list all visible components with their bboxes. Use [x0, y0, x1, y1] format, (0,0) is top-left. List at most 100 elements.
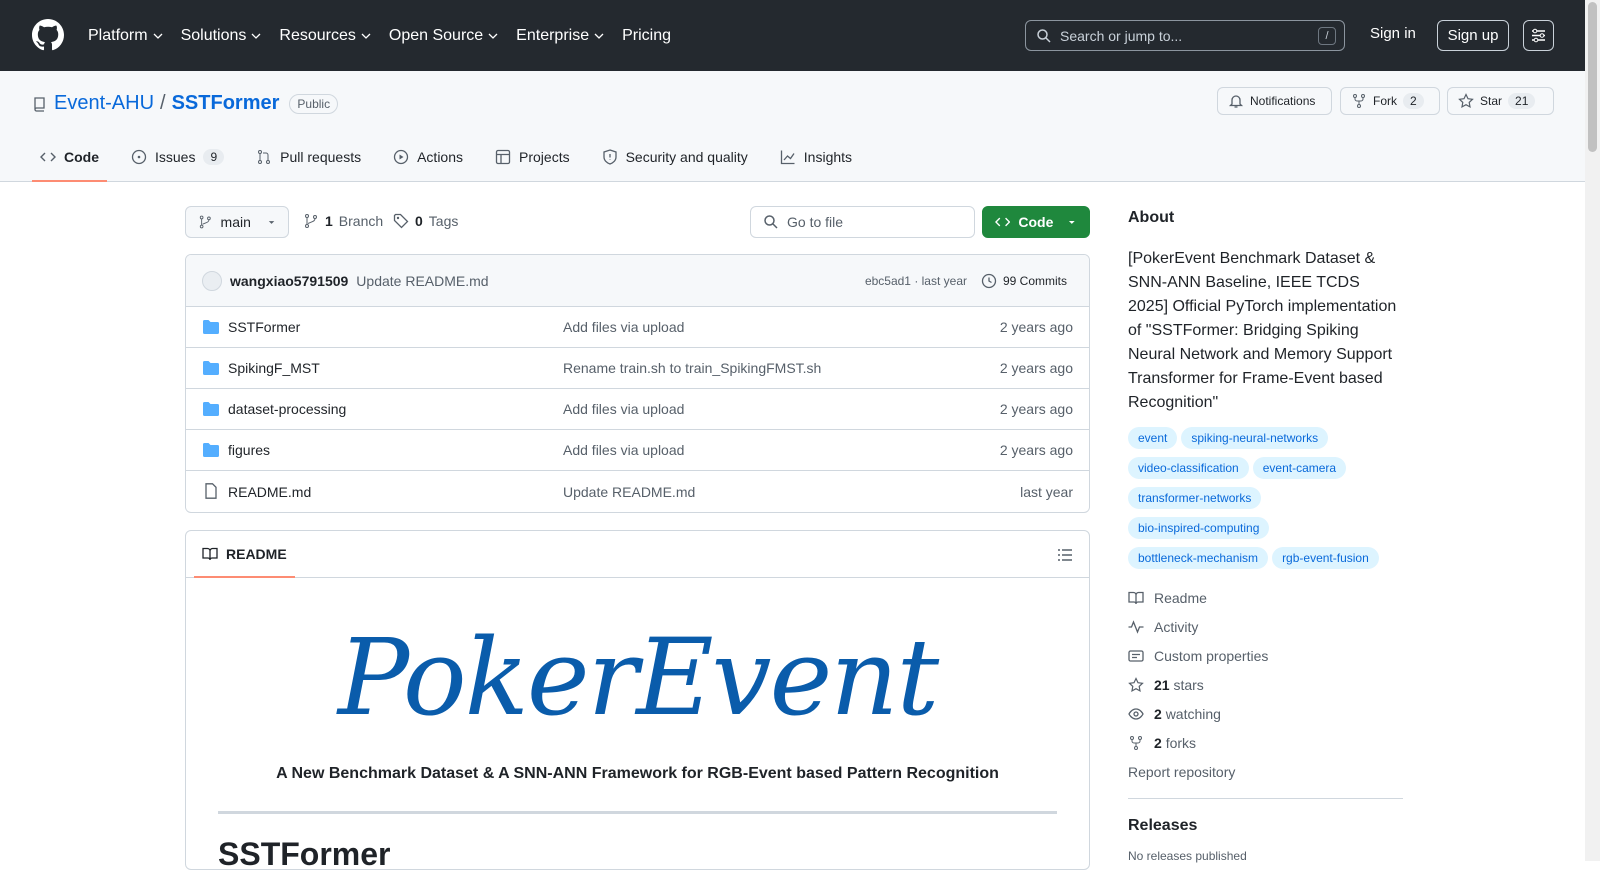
- github-logo-icon[interactable]: [32, 19, 64, 51]
- nav-platform[interactable]: Platform: [88, 27, 163, 45]
- file-name[interactable]: dataset-processing: [228, 401, 346, 417]
- search-shortcut-key: /: [1318, 27, 1336, 45]
- search-input[interactable]: Search or jump to... /: [1025, 20, 1345, 51]
- repo-name-link[interactable]: SSTFormer: [172, 92, 280, 115]
- topic-tag[interactable]: video-classification: [1128, 457, 1249, 479]
- table-row[interactable]: SSTFormer Add files via upload 2 years a…: [186, 307, 1089, 348]
- tab-label: Actions: [417, 149, 464, 165]
- tab-security[interactable]: Security and quality: [594, 133, 756, 181]
- menu-button[interactable]: [1523, 20, 1554, 51]
- watching-link[interactable]: 2 watching: [1128, 699, 1403, 728]
- tab-insights[interactable]: Insights: [772, 133, 860, 181]
- topic-tag[interactable]: bio-inspired-computing: [1128, 517, 1270, 539]
- go-to-file-input[interactable]: Go to file: [750, 206, 975, 238]
- nav-open-source[interactable]: Open Source: [389, 27, 498, 45]
- file-icon: [205, 483, 217, 499]
- table-row[interactable]: README.md Update README.md last year: [186, 471, 1089, 512]
- topic-tag[interactable]: rgb-event-fusion: [1272, 547, 1379, 569]
- scrollbar[interactable]: [1585, 0, 1600, 861]
- file-commit-message[interactable]: Add files via upload: [563, 319, 684, 335]
- tab-label: Insights: [803, 149, 853, 165]
- chevron-down-icon: [251, 33, 261, 39]
- fork-button[interactable]: Fork 2: [1340, 87, 1440, 115]
- forks-link[interactable]: 2 forks: [1128, 728, 1403, 757]
- file-commit-message[interactable]: Add files via upload: [563, 442, 684, 458]
- book-icon: [1128, 591, 1144, 604]
- file-commit-message[interactable]: Rename train.sh to train_SpikingFMST.sh: [563, 360, 821, 376]
- table-row[interactable]: SpikingF_MST Rename train.sh to train_Sp…: [186, 348, 1089, 389]
- fork-icon: [1130, 735, 1142, 750]
- nav-label: Solutions: [180, 26, 247, 44]
- tab-code[interactable]: Code: [32, 133, 107, 182]
- readme-logo: PokerEvent: [337, 616, 939, 739]
- topic-tag[interactable]: transformer-networks: [1128, 487, 1262, 509]
- commit-message[interactable]: Update README.md: [356, 273, 488, 289]
- visibility-badge: Public: [289, 93, 339, 114]
- code-button[interactable]: Code: [982, 206, 1090, 238]
- shield-icon: [602, 149, 617, 165]
- sign-up-button[interactable]: Sign up: [1437, 20, 1509, 51]
- pulse-icon: [1128, 619, 1144, 634]
- search-placeholder: Search or jump to...: [1060, 27, 1183, 44]
- tab-label: Projects: [519, 149, 570, 165]
- commit-author[interactable]: wangxiao5791509: [230, 273, 348, 289]
- avatar[interactable]: [202, 270, 222, 291]
- custom-properties-link[interactable]: Custom properties: [1128, 641, 1403, 670]
- nav-enterprise[interactable]: Enterprise: [516, 27, 604, 45]
- readme-subtitle: A New Benchmark Dataset & A SNN-ANN Fram…: [276, 765, 999, 782]
- topic-tag[interactable]: event: [1128, 427, 1178, 449]
- table-row[interactable]: dataset-processing Add files via upload …: [186, 389, 1089, 430]
- tab-pull-requests[interactable]: Pull requests: [248, 133, 369, 181]
- file-name[interactable]: SpikingF_MST: [228, 360, 320, 376]
- chevron-down-icon: [594, 33, 604, 39]
- readme-tab-label: README: [226, 545, 287, 562]
- list-icon[interactable]: [1057, 547, 1073, 563]
- repo-icon: [34, 96, 45, 112]
- stars-label: stars: [1173, 676, 1204, 693]
- topic-tag[interactable]: spiking-neural-networks: [1181, 427, 1329, 449]
- tab-actions[interactable]: Actions: [385, 133, 471, 181]
- activity-link[interactable]: Activity: [1128, 612, 1403, 641]
- report-repository-link[interactable]: Report repository: [1128, 757, 1403, 786]
- breadcrumb-separator: /: [160, 92, 166, 114]
- releases-title[interactable]: Releases: [1128, 817, 1403, 835]
- notifications-button[interactable]: Notifications: [1217, 87, 1332, 115]
- nav-pricing[interactable]: Pricing: [622, 27, 671, 45]
- file-date: 2 years ago: [999, 360, 1073, 376]
- tab-issues[interactable]: Issues 9: [123, 133, 232, 181]
- branch-select[interactable]: main: [185, 206, 289, 238]
- branches-link[interactable]: 1 Branch: [303, 213, 383, 229]
- readme-tab[interactable]: README: [194, 531, 295, 578]
- search-icon: [764, 215, 778, 229]
- file-name[interactable]: SSTFormer: [228, 319, 300, 335]
- main-content: main 1 Branch 0 Tags Go to file Code wan…: [185, 206, 1090, 870]
- topics-list: event spiking-neural-networks video-class…: [1128, 427, 1403, 577]
- branch-icon: [199, 215, 211, 229]
- branch-name: main: [220, 214, 251, 230]
- commits-link[interactable]: 99 Commits: [981, 273, 1067, 289]
- file-commit-message[interactable]: Update README.md: [563, 484, 695, 500]
- nav-label: Resources: [279, 26, 356, 44]
- file-name[interactable]: figures: [228, 442, 270, 458]
- star-button[interactable]: Star 21: [1447, 87, 1554, 115]
- repo-owner-link[interactable]: Event-AHU: [54, 92, 154, 115]
- nav-solutions[interactable]: Solutions: [181, 27, 262, 45]
- file-date: 2 years ago: [999, 442, 1073, 458]
- sign-in-link[interactable]: Sign in: [1370, 25, 1416, 42]
- tab-projects[interactable]: Projects: [487, 133, 578, 181]
- file-name[interactable]: README.md: [228, 484, 311, 500]
- topic-tag[interactable]: event-camera: [1252, 457, 1347, 479]
- scrollbar-thumb[interactable]: [1588, 2, 1597, 152]
- readme-link[interactable]: Readme: [1128, 583, 1403, 612]
- fork-label: Fork: [1373, 94, 1397, 108]
- code-icon: [40, 152, 56, 162]
- file-date: last year: [1020, 483, 1073, 500]
- tags-link[interactable]: 0 Tags: [393, 213, 458, 229]
- table-row[interactable]: figures Add files via upload 2 years ago: [186, 430, 1089, 471]
- file-commit-message[interactable]: Add files via upload: [563, 401, 684, 417]
- file-date: 2 years ago: [999, 319, 1073, 335]
- nav-resources[interactable]: Resources: [279, 26, 371, 45]
- topic-tag[interactable]: bottleneck-mechanism: [1128, 547, 1269, 569]
- commit-hash-time[interactable]: ebc5ad1 · last year: [865, 274, 967, 288]
- stars-link[interactable]: 21 stars: [1128, 670, 1403, 699]
